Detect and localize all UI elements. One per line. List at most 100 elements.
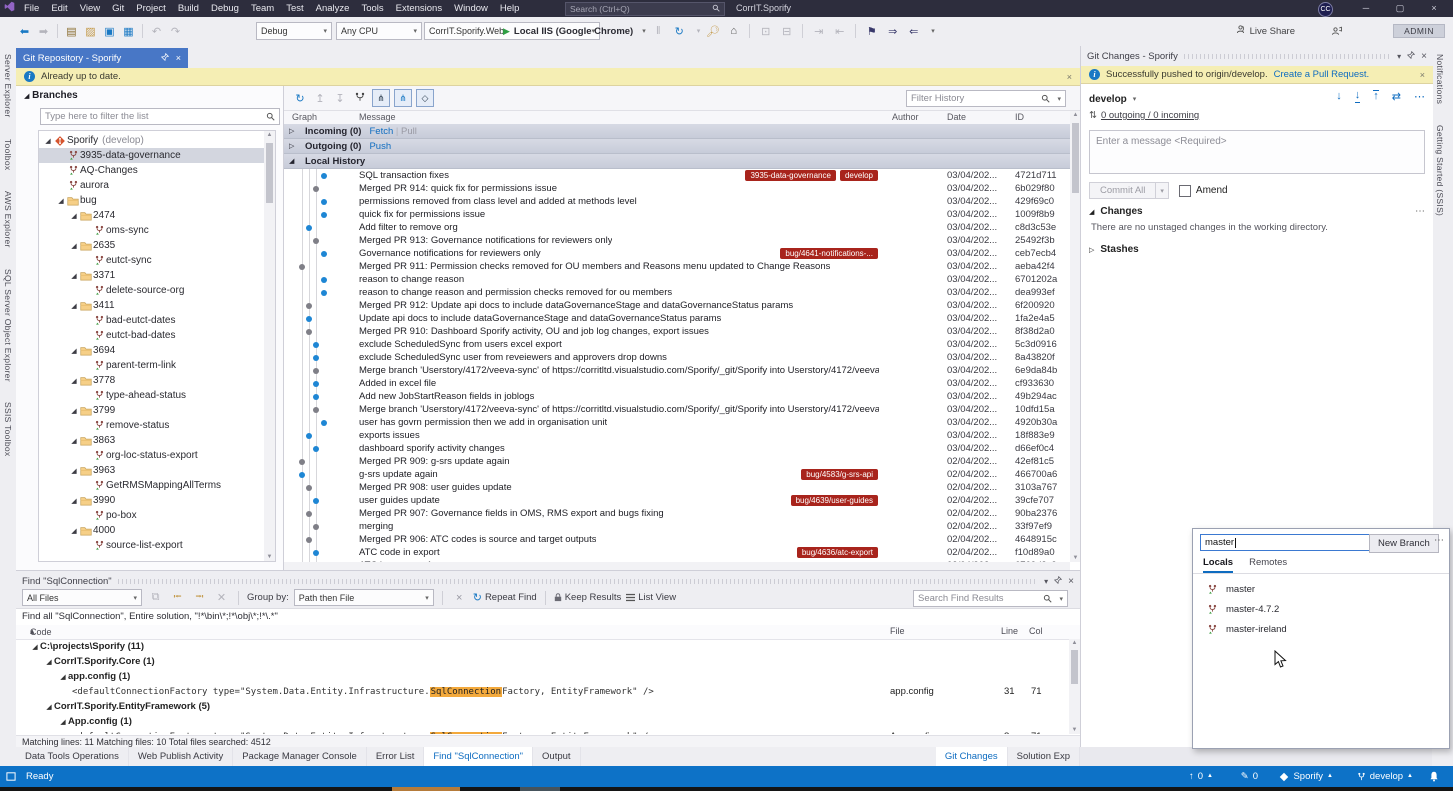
popup-tab-locals[interactable]: Locals [1203,557,1233,573]
commit-row[interactable]: dashboard sporify activity changes03/04/… [284,442,1070,455]
collapse-icon[interactable]: ◢ [43,137,53,145]
commit-row[interactable]: g-srs update againbug/4583/g-srs-api02/0… [284,468,1070,481]
tree-item-getrmsmappingallterms[interactable]: GetRMSMappingAllTerms [39,478,264,493]
menu-item-git[interactable]: Git [106,0,130,17]
export-results-icon[interactable]: ⭲ [191,588,208,607]
pull-link[interactable]: Pull [401,126,417,137]
maximize-button[interactable]: ▢ [1385,0,1415,16]
find-results-scrollbar[interactable]: ▲ ▼ [1069,639,1080,734]
pending-pushes-button[interactable]: ↑0▲ [1189,766,1213,787]
window-menu-icon[interactable]: ▾ [1044,577,1048,586]
tool-tab-aws-explorer[interactable]: AWS Explorer [0,183,16,256]
commit-row[interactable]: Merged PR 914: quick fix for permissions… [284,182,1070,195]
fetch-icon[interactable]: ↓ [1336,90,1342,103]
show-first-parent-toggle[interactable]: ⋔ [372,89,390,107]
collapse-icon[interactable]: ◢ [69,302,79,310]
bottom-tab-solution-exp[interactable]: Solution Exp [1008,747,1080,766]
open-file-icon[interactable]: ▨ [82,25,99,38]
tree-item-3935-data-governance[interactable]: 3935-data-governance [39,148,264,163]
commit-row[interactable]: Add filter to remove org03/04/202...c8d3… [284,221,1070,234]
live-share-label[interactable]: Live Share [1250,26,1295,37]
navigate-to-icon[interactable]: ⌂ [725,25,742,37]
tab-git-repository[interactable]: Git Repository - Sporify × [16,48,188,68]
tree-item-type-ahead-status[interactable]: type-ahead-status [39,388,264,403]
collapse-icon[interactable]: ◢ [44,658,54,666]
tool-tab-notifications[interactable]: Notifications [1432,46,1448,112]
branch-filter-input[interactable]: Type here to filter the list [40,108,280,125]
branch-tag[interactable]: bug/4641-notifications-... [780,248,878,259]
collapse-icon[interactable]: ◢ [69,527,79,535]
import-results-icon[interactable]: ⭰ [169,588,186,607]
branch-tree-scrollbar[interactable]: ▲ ▼ [264,131,275,561]
history-horizontal-scrollbar[interactable] [284,562,1070,570]
collapse-icon[interactable]: ◢ [289,157,297,165]
bottom-tab-package-manager-console[interactable]: Package Manager Console [233,747,367,766]
save-icon[interactable]: ▣ [101,25,118,38]
menu-item-team[interactable]: Team [245,0,280,17]
history-scrollbar[interactable]: ▲ ▼ [1070,111,1080,562]
branch-list-item-master-4-7-2[interactable]: master-4.7.2 [1193,599,1449,619]
commit-all-caret-icon[interactable]: ▾ [1156,182,1169,199]
push-link[interactable]: Push [369,141,391,152]
collapse-icon[interactable]: ◢ [69,437,79,445]
find-result-row[interactable]: ◢C:\projects\Sporify (11) [16,639,1069,654]
tree-item-2635[interactable]: ◢2635 [39,238,264,253]
menu-item-test[interactable]: Test [280,0,309,17]
commit-row[interactable]: Governance notifications for reviewers o… [284,247,1070,260]
column-header-file[interactable]: File [890,626,905,636]
git-changes-title-bar[interactable]: Git Changes - Sporify ▾ × [1081,46,1433,66]
commit-row[interactable]: reason to change reason03/04/202...67012… [284,273,1070,286]
tree-item-remove-status[interactable]: remove-status [39,418,264,433]
tree-item-po-box[interactable]: po-box [39,508,264,523]
pending-edits-button[interactable]: ✎0 [1241,766,1258,787]
commit-row[interactable]: Merge branch 'Userstory/4172/veeva-sync'… [284,403,1070,416]
commit-all-button[interactable]: Commit All ▾ [1089,182,1169,199]
close-icon[interactable]: × [1068,576,1074,587]
collapse-icon[interactable]: ◢ [69,242,79,250]
stashes-section-header[interactable]: ▷ Stashes [1089,244,1139,255]
collapse-icon[interactable]: ◢ [69,497,79,505]
go-to-child-icon[interactable]: ↧ [332,92,348,105]
tree-item-3863[interactable]: ◢3863 [39,433,264,448]
new-file-icon[interactable]: ▤ [63,25,80,38]
column-header-line[interactable]: Line [1001,626,1018,636]
quick-search-box[interactable]: Search (Ctrl+Q) [565,2,725,16]
column-header-code[interactable]: Code ▴ [30,626,35,637]
column-header-message[interactable]: Message [359,112,396,122]
admin-button[interactable]: ADMIN [1393,24,1445,38]
run-icon[interactable]: ▶ [503,26,510,37]
collapse-icon[interactable]: ◢ [44,703,54,711]
commit-row[interactable]: exclude ScheduledSync from users excel e… [284,338,1070,351]
comment-icon[interactable]: ⊡ [757,25,774,38]
menu-item-debug[interactable]: Debug [205,0,245,17]
tool-tab-sql-server-object-explorer[interactable]: SQL Server Object Explorer [0,261,16,390]
drag-handle[interactable] [118,579,1038,584]
collapse-icon[interactable]: ◢ [58,718,68,726]
branch-search-input[interactable]: master [1200,534,1370,551]
undo-icon[interactable]: ↶ [148,25,165,38]
bottom-tab-output[interactable]: Output [533,747,581,766]
amend-checkbox[interactable] [1179,185,1191,197]
local-history-group-row[interactable]: ◢ Local History [284,154,1080,169]
pin-icon[interactable] [1407,51,1415,61]
outgoing-group-row[interactable]: ▷ Outgoing (0) Push [284,139,1080,154]
commit-row[interactable]: Add new JobStartReason fields in joblogs… [284,390,1070,403]
find-result-row[interactable]: ◢CorrIT.Sporify.Core (1) [16,654,1069,669]
menu-item-project[interactable]: Project [130,0,172,17]
branch-tag[interactable]: bug/4636/atc-export [797,547,878,558]
collapse-icon[interactable]: ◢ [69,272,79,280]
menu-item-build[interactable]: Build [172,0,205,17]
compare-commits-icon[interactable] [352,91,368,106]
run-target-label[interactable]: Local IIS (Google Chrome) [514,26,633,37]
pull-icon[interactable]: ↓ [1355,90,1361,103]
prev-bookmark-icon[interactable]: ⇐ [905,25,922,38]
tree-item-parent-term-link[interactable]: parent-term-link [39,358,264,373]
navigate-forward-icon[interactable]: ➡ [35,25,52,38]
tree-item-delete-source-org[interactable]: delete-source-org [39,283,264,298]
commit-row[interactable]: reason to change reason and permission c… [284,286,1070,299]
commit-row[interactable]: exports issues03/04/202...18f883e9 [284,429,1070,442]
commit-message-input[interactable]: Enter a message <Required> [1089,130,1425,174]
close-icon[interactable]: × [1421,51,1427,62]
tree-item-org-loc-status-export[interactable]: org-loc-status-export [39,448,264,463]
commit-row[interactable]: Update api docs to include dataGovernanc… [284,312,1070,325]
